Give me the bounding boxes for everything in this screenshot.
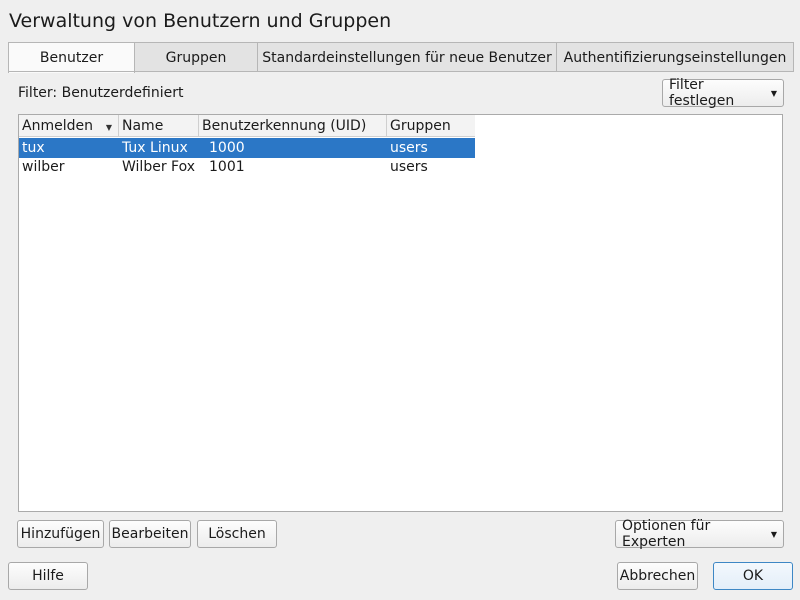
tab-authentifizierung[interactable]: Authentifizierungseinstellungen <box>556 42 794 72</box>
sort-descending-icon: ▼ <box>105 123 112 132</box>
chevron-down-icon: ▼ <box>770 88 777 98</box>
table-header: Anmelden ▼ Name Benutzerkennung (UID) Gr… <box>19 115 475 137</box>
help-button[interactable]: Hilfe <box>8 562 88 590</box>
edit-button[interactable]: Bearbeiten <box>109 520 191 548</box>
add-button[interactable]: Hinzufügen <box>17 520 104 548</box>
table-row[interactable]: wilber Wilber Fox 1001 users <box>19 157 475 177</box>
tab-gruppen[interactable]: Gruppen <box>134 42 258 72</box>
column-header-groups[interactable]: Gruppen <box>387 115 475 137</box>
column-header-login[interactable]: Anmelden ▼ <box>19 115 119 137</box>
delete-button[interactable]: Löschen <box>197 520 277 548</box>
cell-groups: users <box>390 159 428 175</box>
ok-button[interactable]: OK <box>713 562 793 590</box>
filter-button-label: Filter festlegen <box>669 77 735 109</box>
column-header-uid[interactable]: Benutzerkennung (UID) <box>199 115 387 137</box>
cell-uid: 1000 <box>209 140 245 156</box>
expert-options-button[interactable]: Optionen für Experten ▼ <box>615 518 784 550</box>
cancel-button[interactable]: Abbrechen <box>617 562 698 590</box>
cell-login: tux <box>22 140 45 156</box>
cell-name: Tux Linux <box>122 140 188 156</box>
tab-bar: Benutzer Gruppen Standardeinstellungen f… <box>8 42 794 73</box>
window-title: Verwaltung von Benutzern und Gruppen <box>9 10 392 32</box>
tab-standardeinstellungen[interactable]: Standardeinstellungen für neue Benutzer <box>257 42 557 72</box>
tab-benutzer[interactable]: Benutzer <box>8 42 135 73</box>
cell-uid: 1001 <box>209 159 245 175</box>
filter-label: Filter: Benutzerdefiniert <box>18 85 184 101</box>
cell-name: Wilber Fox <box>122 159 195 175</box>
column-header-name[interactable]: Name <box>119 115 199 137</box>
expert-options-label: Optionen für Experten <box>622 518 711 550</box>
chevron-down-icon: ▼ <box>770 529 777 539</box>
filter-button[interactable]: Filter festlegen ▼ <box>662 77 784 109</box>
table-row[interactable]: tux Tux Linux 1000 users <box>19 138 475 158</box>
users-table[interactable]: Anmelden ▼ Name Benutzerkennung (UID) Gr… <box>18 114 783 512</box>
cell-login: wilber <box>22 159 65 175</box>
cell-groups: users <box>390 140 428 156</box>
